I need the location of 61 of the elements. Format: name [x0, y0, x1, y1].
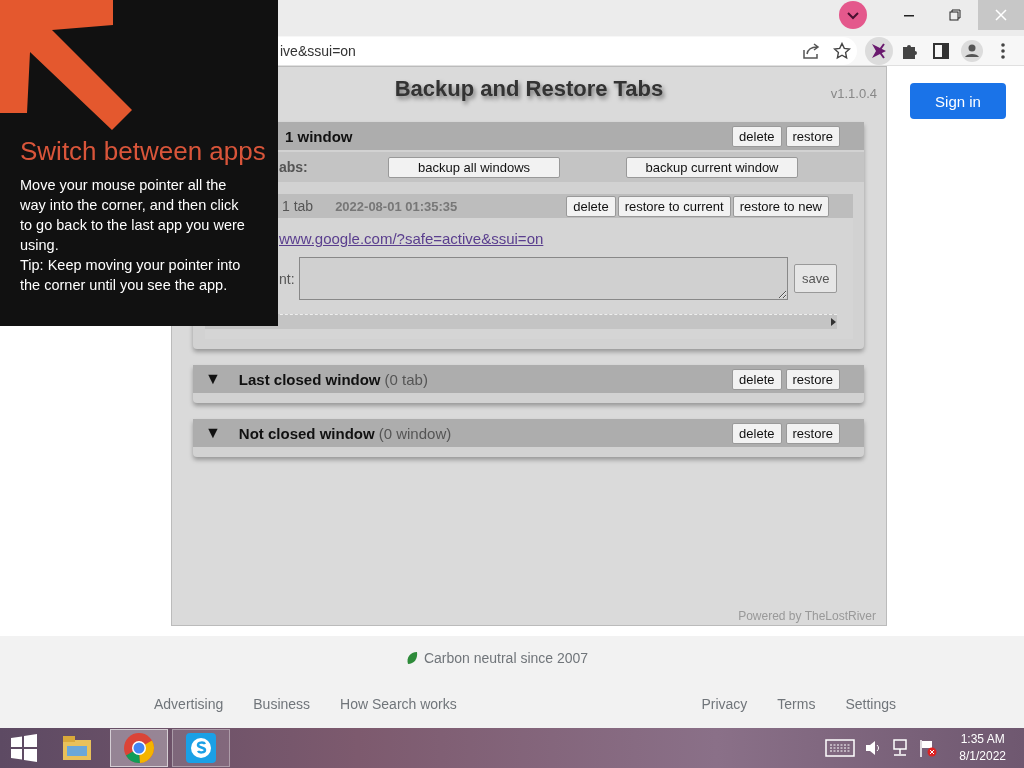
backup-button[interactable]: backup all windows [388, 156, 561, 178]
section-count: (0 tab) [384, 370, 428, 388]
chrome-icon [123, 732, 155, 764]
footer-link[interactable]: Terms [777, 696, 816, 712]
comment-field[interactable] [299, 257, 788, 300]
scrollbar[interactable] [205, 314, 837, 329]
taskbar-app[interactable] [110, 729, 168, 767]
section-heading: Last closed window [238, 370, 381, 388]
powered-by-text: Powered by TheLostRiver [737, 609, 876, 623]
timestamp: 2022-08-01 01:35:35 [335, 198, 458, 214]
star-icon[interactable] [832, 41, 851, 60]
share-icon[interactable] [801, 41, 820, 60]
clock-time[interactable]: 1:35 AM [960, 731, 1005, 748]
footer-link[interactable]: Advertising [154, 696, 224, 712]
clock-date[interactable]: 8/1/2022 [959, 748, 1006, 765]
menu-icon[interactable] [1000, 42, 1005, 59]
footer-link[interactable]: Privacy [701, 696, 748, 712]
action-button[interactable]: delete [732, 368, 782, 390]
action-button[interactable]: delete [566, 195, 616, 217]
tab-count: 1 tab [282, 198, 314, 214]
version-text: v1.1.0.4 [830, 86, 877, 101]
taskbar-app[interactable] [172, 729, 230, 767]
backup-label: abs: [279, 159, 309, 175]
toggle-arrow[interactable]: ▼ [205, 424, 221, 442]
footer-link[interactable]: Business [253, 696, 311, 712]
action-button[interactable]: restore to current [617, 195, 731, 217]
action-button[interactable]: restore to new [732, 195, 829, 217]
speaker-icon[interactable] [865, 740, 882, 756]
windows-logo-icon[interactable] [10, 734, 38, 762]
section-count: (0 window) [378, 424, 452, 442]
extension-icon[interactable] [864, 36, 893, 65]
skype-icon [185, 732, 217, 764]
action-button[interactable]: restore [785, 368, 840, 390]
side-panel-icon[interactable] [932, 42, 949, 59]
network-icon[interactable] [891, 739, 910, 757]
flag-icon[interactable] [919, 739, 938, 757]
action-button[interactable]: delete [732, 422, 782, 444]
section-heading: 1 window [285, 127, 353, 145]
carbon-text: Carbon neutral since 2007 [423, 650, 589, 666]
hint-text: Move your mouse pointer all the way into the corner, and then click to go back to the last app you were using. [20, 176, 246, 255]
toggle-arrow[interactable]: ▼ [205, 370, 221, 388]
sign-in-button[interactable]: Sign in [910, 83, 1006, 119]
scroll-right-icon[interactable] [829, 318, 837, 326]
restore-icon[interactable] [949, 9, 961, 21]
keyboard-icon[interactable] [825, 738, 856, 758]
section-heading: Not closed window [238, 424, 375, 442]
hint-title: Switch between apps [20, 136, 264, 167]
backup-button[interactable]: backup current window [626, 156, 798, 178]
action-button[interactable]: restore [785, 422, 840, 444]
hint-text: Tip: Keep moving your pointer into the corner until you see the app. [20, 256, 242, 295]
profile-icon[interactable] [960, 39, 983, 62]
action-button[interactable]: delete [732, 125, 782, 147]
comment-label: nt: [279, 270, 296, 287]
footer-link[interactable]: How Search works [340, 696, 457, 712]
popup-title: Backup and Restore Tabs [394, 76, 664, 102]
tab-link[interactable]: www.google.com/?safe=active&ssui=on [279, 230, 544, 247]
leaf-icon [405, 651, 418, 665]
footer-link[interactable]: Settings [845, 696, 896, 712]
dropdown-button[interactable] [839, 1, 867, 29]
save-button[interactable]: save [794, 264, 838, 293]
action-button[interactable]: restore [785, 125, 840, 147]
